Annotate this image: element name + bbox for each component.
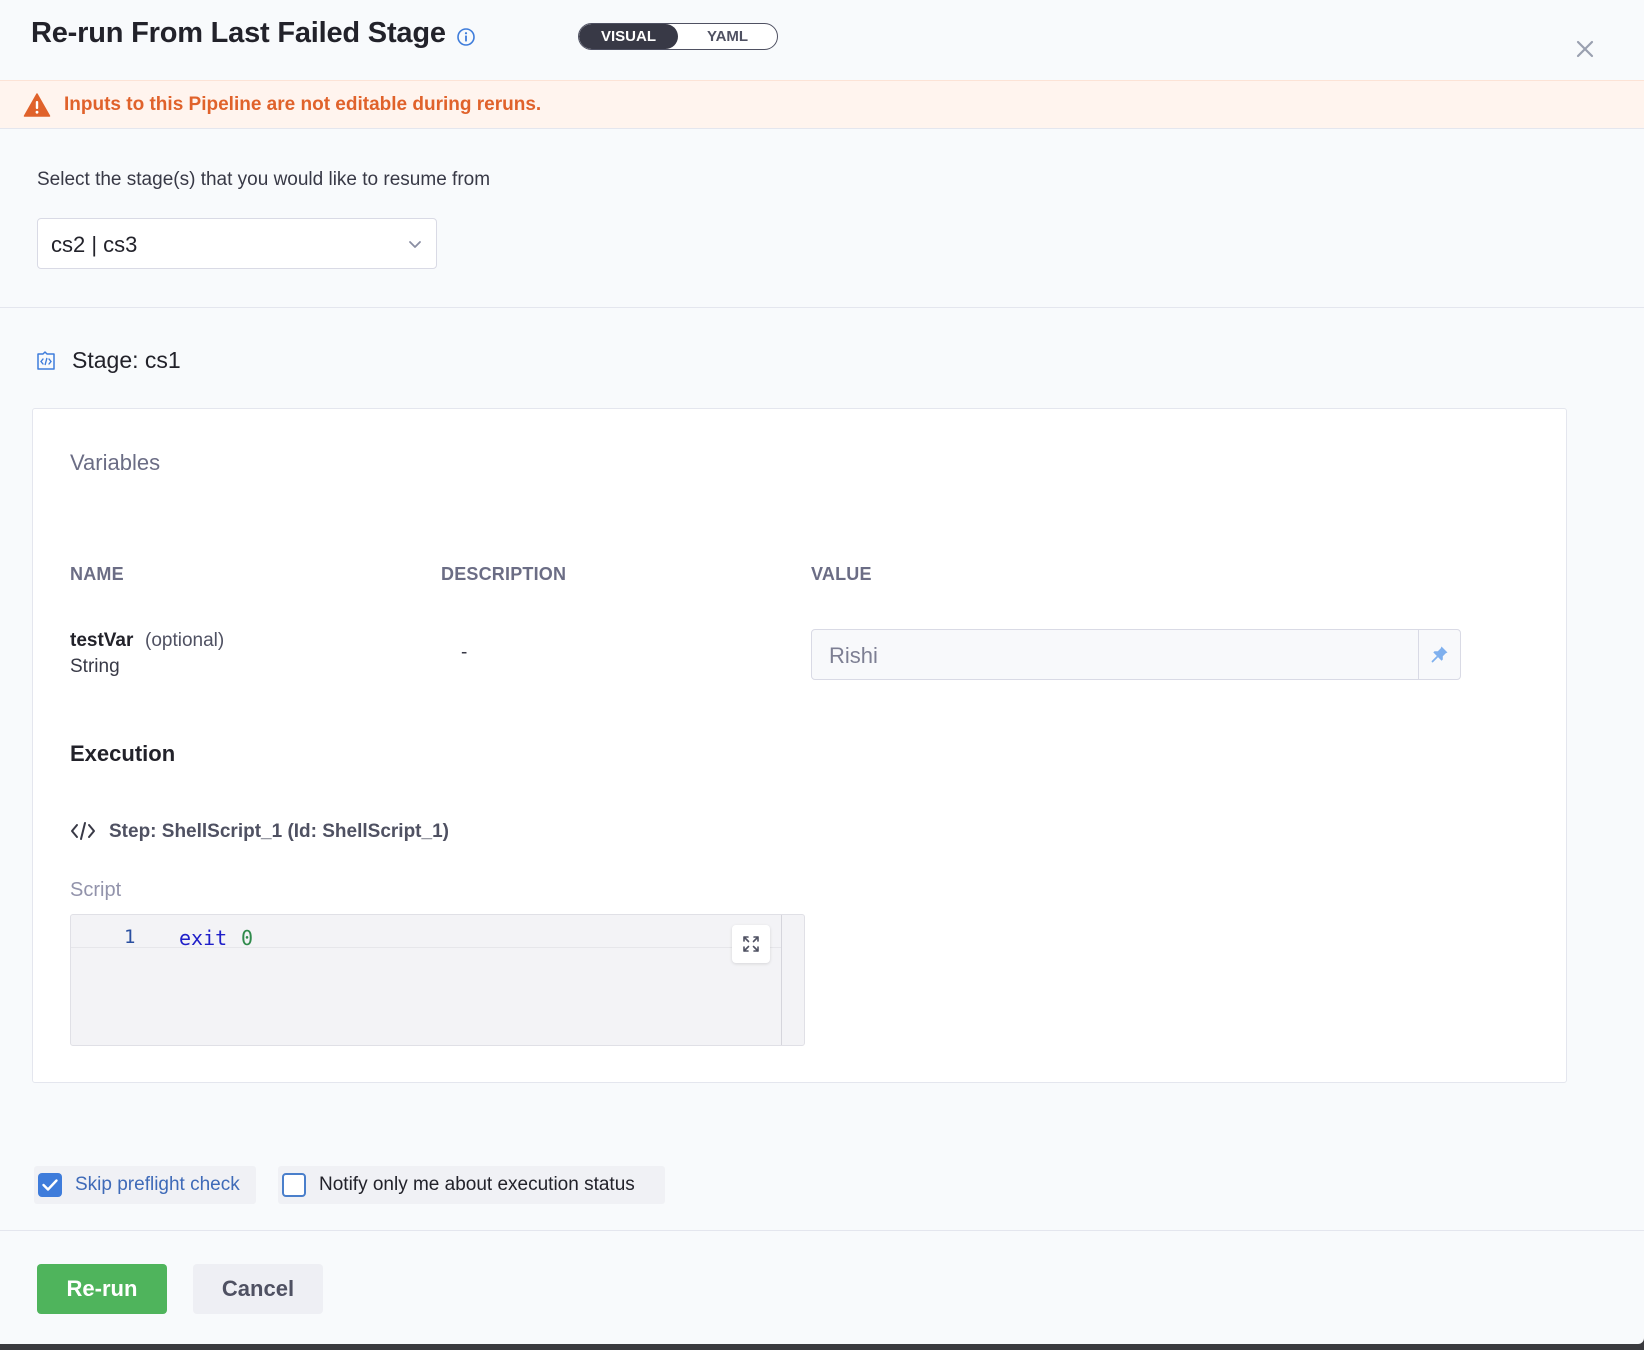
notify-only-me-label: Notify only me about execution status bbox=[319, 1174, 635, 1195]
line-number: 1 bbox=[124, 926, 136, 948]
custom-stage-icon bbox=[37, 351, 55, 370]
stage-select-label: Select the stage(s) that you would like … bbox=[37, 169, 491, 190]
variable-optional-tag: (optional) bbox=[145, 630, 225, 651]
variables-heading: Variables bbox=[70, 450, 161, 475]
checkbox-checked[interactable] bbox=[38, 1173, 62, 1197]
step-title: Step: ShellScript_1 (Id: ShellScript_1) bbox=[109, 821, 449, 842]
dialog-header: Re-run From Last Failed Stage VISUAL YAM… bbox=[0, 0, 1644, 80]
code-icon bbox=[71, 822, 95, 840]
stage-title: Stage: cs1 bbox=[72, 347, 181, 373]
yaml-toggle-button[interactable]: YAML bbox=[678, 24, 777, 49]
section-divider bbox=[0, 307, 1644, 308]
visual-toggle-button[interactable]: VISUAL bbox=[579, 24, 678, 49]
stage-inputs-card: Variables NAME DESCRIPTION VALUE testVar… bbox=[32, 408, 1567, 1083]
dialog-title: Re-run From Last Failed Stage bbox=[31, 17, 446, 49]
check-icon bbox=[42, 1179, 58, 1191]
variable-description: - bbox=[461, 642, 468, 663]
footer-divider bbox=[0, 1230, 1644, 1231]
pin-button[interactable] bbox=[1418, 630, 1460, 679]
value-column-header: VALUE bbox=[811, 564, 872, 584]
stage-select-value: cs2 | cs3 bbox=[51, 232, 138, 257]
variable-value-text: Rishi bbox=[829, 643, 878, 668]
view-mode-toggle: VISUAL YAML bbox=[578, 23, 778, 50]
close-icon[interactable] bbox=[1572, 36, 1598, 62]
script-editor[interactable]: 1 exit 0 bbox=[70, 914, 805, 1046]
warning-icon bbox=[23, 93, 51, 117]
notify-only-me-checkbox[interactable]: Notify only me about execution status bbox=[278, 1166, 665, 1204]
rerun-dialog: Re-run From Last Failed Stage VISUAL YAM… bbox=[0, 0, 1644, 1344]
stage-select-dropdown[interactable]: cs2 | cs3 bbox=[37, 218, 437, 269]
execution-heading: Execution bbox=[70, 741, 176, 766]
chevron-down-icon bbox=[409, 241, 421, 248]
script-label: Script bbox=[70, 879, 122, 901]
expand-icon bbox=[743, 936, 759, 952]
code-argument: 0 bbox=[241, 926, 254, 950]
info-icon[interactable] bbox=[456, 27, 476, 47]
checkbox-unchecked[interactable] bbox=[282, 1173, 306, 1197]
editor-scrollbar[interactable] bbox=[781, 915, 782, 1045]
warning-text: Inputs to this Pipeline are not editable… bbox=[64, 94, 542, 115]
skip-preflight-label: Skip preflight check bbox=[75, 1174, 240, 1195]
code-keyword: exit bbox=[179, 926, 228, 950]
expand-editor-button[interactable] bbox=[732, 925, 770, 963]
variable-name: testVar bbox=[70, 630, 134, 651]
skip-preflight-checkbox[interactable]: Skip preflight check bbox=[34, 1166, 256, 1204]
rerun-warning-banner: Inputs to this Pipeline are not editable… bbox=[0, 80, 1644, 129]
pin-icon bbox=[1431, 646, 1448, 663]
cancel-button[interactable]: Cancel bbox=[193, 1264, 323, 1314]
variable-type: String bbox=[70, 656, 120, 677]
editor-line: 1 exit 0 bbox=[71, 919, 781, 950]
name-column-header: NAME bbox=[70, 564, 124, 584]
rerun-button[interactable]: Re-run bbox=[37, 1264, 167, 1314]
variable-value-field: Rishi bbox=[811, 629, 1461, 680]
description-column-header: DESCRIPTION bbox=[441, 564, 567, 584]
